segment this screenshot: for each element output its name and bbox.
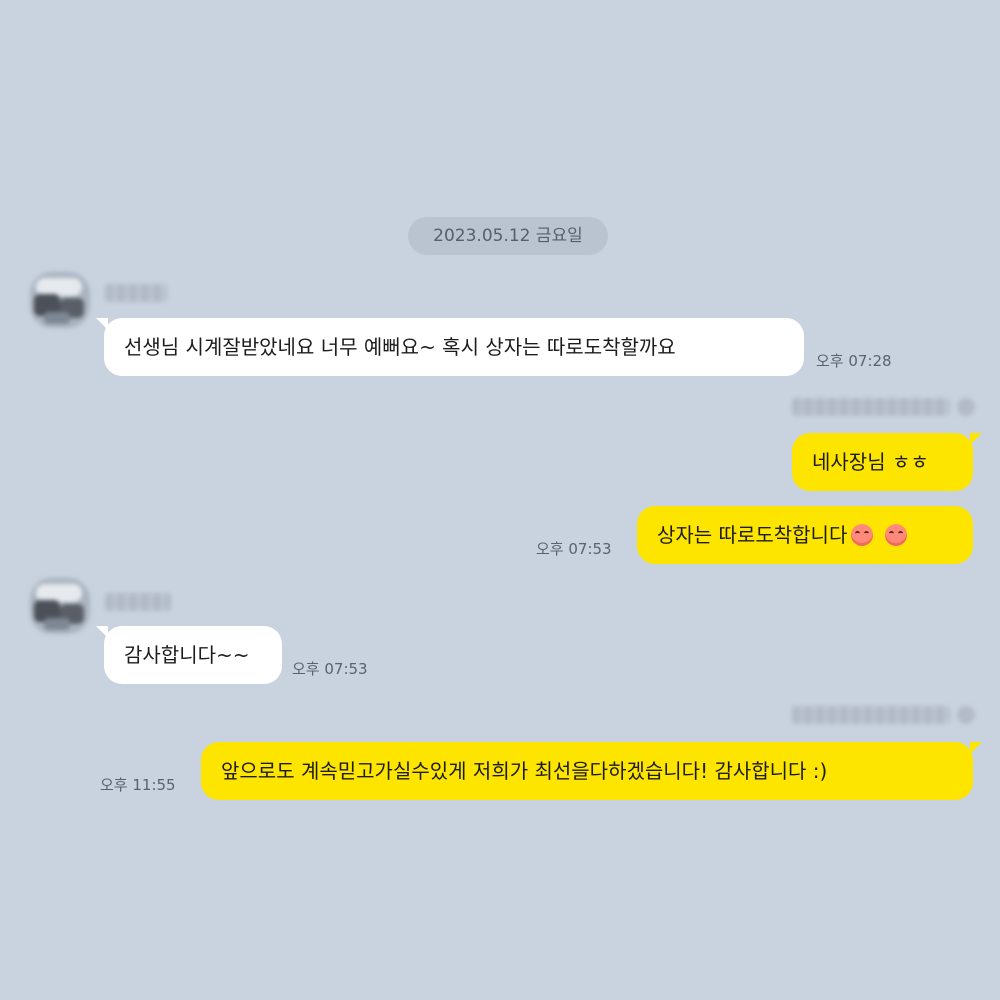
- sender-name-blurred: [105, 593, 171, 611]
- smiling-face-icon: [885, 524, 908, 546]
- date-divider: 2023.05.12 금요일: [408, 217, 608, 255]
- outgoing-message-bubble[interactable]: 상자는 따로도착합니다: [637, 506, 973, 564]
- incoming-message-bubble[interactable]: 선생님 시계잘받았네요 너무 예뻐요~ 혹시 상자는 따로도착할까요: [104, 318, 804, 376]
- incoming-message-bubble[interactable]: 감사합니다~~: [104, 626, 282, 684]
- message-timestamp: 오후 07:28: [816, 352, 892, 370]
- bubble-tail: [970, 742, 982, 754]
- read-status-blurred: [792, 398, 950, 416]
- status-icon-blurred: [957, 398, 975, 416]
- sender-avatar[interactable]: [30, 272, 90, 328]
- sender-name-blurred: [105, 284, 167, 302]
- message-text: 상자는 따로도착합니다: [657, 523, 848, 547]
- read-status-blurred: [792, 706, 950, 724]
- message-timestamp: 오후 07:53: [292, 660, 368, 678]
- message-timestamp: 오후 07:53: [536, 540, 612, 558]
- message-timestamp: 오후 11:55: [100, 776, 176, 794]
- outgoing-message-bubble[interactable]: 앞으로도 계속믿고가실수있게 저희가 최선을다하겠습니다! 감사합니다 :): [201, 742, 973, 800]
- smiling-face-icon: [851, 524, 874, 546]
- outgoing-message-bubble[interactable]: 네사장님 ㅎㅎ: [792, 433, 973, 491]
- bubble-tail: [970, 433, 982, 445]
- sender-avatar[interactable]: [30, 578, 90, 634]
- status-icon-blurred: [957, 706, 975, 724]
